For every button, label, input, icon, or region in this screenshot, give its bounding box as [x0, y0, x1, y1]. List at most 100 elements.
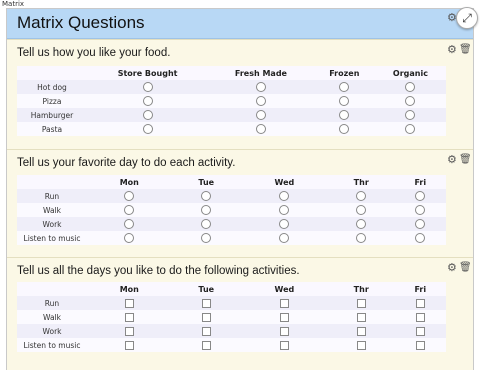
column-header: Mon — [87, 282, 172, 296]
checkbox[interactable] — [356, 340, 366, 350]
radio-button[interactable] — [279, 233, 290, 243]
row-label: Hamburger — [17, 108, 87, 122]
checkbox[interactable] — [201, 326, 211, 336]
radio-button[interactable] — [124, 233, 135, 243]
checkbox[interactable] — [124, 298, 134, 308]
row-label: Run — [17, 296, 87, 310]
column-header: Fri — [394, 282, 446, 296]
radio-button[interactable] — [255, 110, 266, 120]
radio-button[interactable] — [142, 96, 153, 106]
radio-button[interactable] — [255, 82, 266, 92]
matrix-panel: Matrix Questions ⚙ ⤢ Tell us how you lik… — [6, 7, 478, 370]
column-header: Thr — [327, 282, 395, 296]
radio-button[interactable] — [415, 233, 426, 243]
matrix-table: Store Bought Fresh Made Frozen Organic H… — [17, 66, 446, 136]
radio-button[interactable] — [142, 82, 153, 92]
table-row: Walk — [17, 310, 446, 324]
radio-button[interactable] — [356, 191, 367, 201]
column-header: Organic — [374, 66, 446, 80]
column-header: Fresh Made — [208, 66, 314, 80]
radio-button[interactable] — [339, 124, 350, 134]
table-row: Listen to music — [17, 231, 446, 245]
row-label: Walk — [17, 203, 87, 217]
question-section-2: Tell us your favorite day to do each act… — [7, 149, 473, 258]
column-header: Store Bought — [87, 66, 209, 80]
radio-button[interactable] — [279, 205, 290, 215]
window-label: Matrix — [2, 0, 25, 8]
row-label: Pizza — [17, 94, 87, 108]
table-row: Pizza — [17, 94, 446, 108]
checkbox[interactable] — [124, 326, 134, 336]
radio-button[interactable] — [279, 191, 290, 201]
radio-button[interactable] — [279, 219, 290, 229]
checkbox[interactable] — [201, 312, 211, 322]
row-label: Work — [17, 324, 87, 338]
checkbox[interactable] — [124, 312, 134, 322]
radio-button[interactable] — [405, 82, 416, 92]
radio-button[interactable] — [339, 110, 350, 120]
row-label: Work — [17, 217, 87, 231]
column-header: Wed — [240, 282, 328, 296]
checkbox[interactable] — [415, 298, 425, 308]
radio-button[interactable] — [356, 219, 367, 229]
checkbox[interactable] — [201, 340, 211, 350]
checkbox[interactable] — [356, 326, 366, 336]
header-row: Mon Tue Wed Thr Fri — [17, 175, 446, 189]
trash-icon[interactable]: 🗑 — [459, 154, 472, 165]
header-row: Mon Tue Wed Thr Fri — [17, 282, 446, 296]
table-row: Walk — [17, 203, 446, 217]
column-header: Tue — [171, 175, 241, 189]
radio-button[interactable] — [405, 124, 416, 134]
table-row: Run — [17, 296, 446, 310]
table-row: Listen to music — [17, 338, 446, 352]
radio-button[interactable] — [255, 124, 266, 134]
radio-button[interactable] — [339, 82, 350, 92]
column-header: Tue — [171, 282, 241, 296]
row-label: Walk — [17, 310, 87, 324]
table-row: Work — [17, 324, 446, 338]
radio-button[interactable] — [405, 96, 416, 106]
checkbox[interactable] — [279, 326, 289, 336]
gear-icon[interactable]: ⚙ — [447, 261, 457, 274]
header-row: Store Bought Fresh Made Frozen Organic — [17, 66, 446, 80]
checkbox[interactable] — [279, 298, 289, 308]
checkbox[interactable] — [201, 298, 211, 308]
radio-button[interactable] — [415, 219, 426, 229]
checkbox[interactable] — [415, 340, 425, 350]
checkbox[interactable] — [356, 312, 366, 322]
table-row: Hot dog — [17, 80, 446, 94]
radio-button[interactable] — [124, 219, 135, 229]
radio-button[interactable] — [356, 205, 367, 215]
radio-button[interactable] — [142, 124, 153, 134]
checkbox[interactable] — [124, 340, 134, 350]
table-row: Work — [17, 217, 446, 231]
trash-icon[interactable]: 🗑 — [459, 262, 472, 273]
row-label: Hot dog — [17, 80, 87, 94]
expand-icon[interactable]: ⤢ — [456, 7, 478, 29]
radio-button[interactable] — [339, 96, 350, 106]
question-title: Tell us how you like your food. — [17, 47, 171, 59]
matrix-table: Mon Tue Wed Thr Fri Run Walk Work Listen… — [17, 282, 446, 352]
column-header: Mon — [87, 175, 172, 189]
radio-button[interactable] — [201, 233, 212, 243]
checkbox[interactable] — [415, 312, 425, 322]
radio-button[interactable] — [142, 110, 153, 120]
checkbox[interactable] — [279, 340, 289, 350]
radio-button[interactable] — [124, 191, 135, 201]
checkbox[interactable] — [415, 326, 425, 336]
checkbox[interactable] — [356, 298, 366, 308]
radio-button[interactable] — [415, 191, 426, 201]
radio-button[interactable] — [201, 205, 212, 215]
radio-button[interactable] — [201, 191, 212, 201]
radio-button[interactable] — [415, 205, 426, 215]
radio-button[interactable] — [124, 205, 135, 215]
radio-button[interactable] — [356, 233, 367, 243]
gear-icon[interactable]: ⚙ — [447, 153, 457, 166]
radio-button[interactable] — [405, 110, 416, 120]
trash-icon[interactable]: 🗑 — [459, 44, 472, 55]
column-header: Wed — [240, 175, 328, 189]
radio-button[interactable] — [255, 96, 266, 106]
radio-button[interactable] — [201, 219, 212, 229]
checkbox[interactable] — [279, 312, 289, 322]
gear-icon[interactable]: ⚙ — [447, 43, 457, 56]
